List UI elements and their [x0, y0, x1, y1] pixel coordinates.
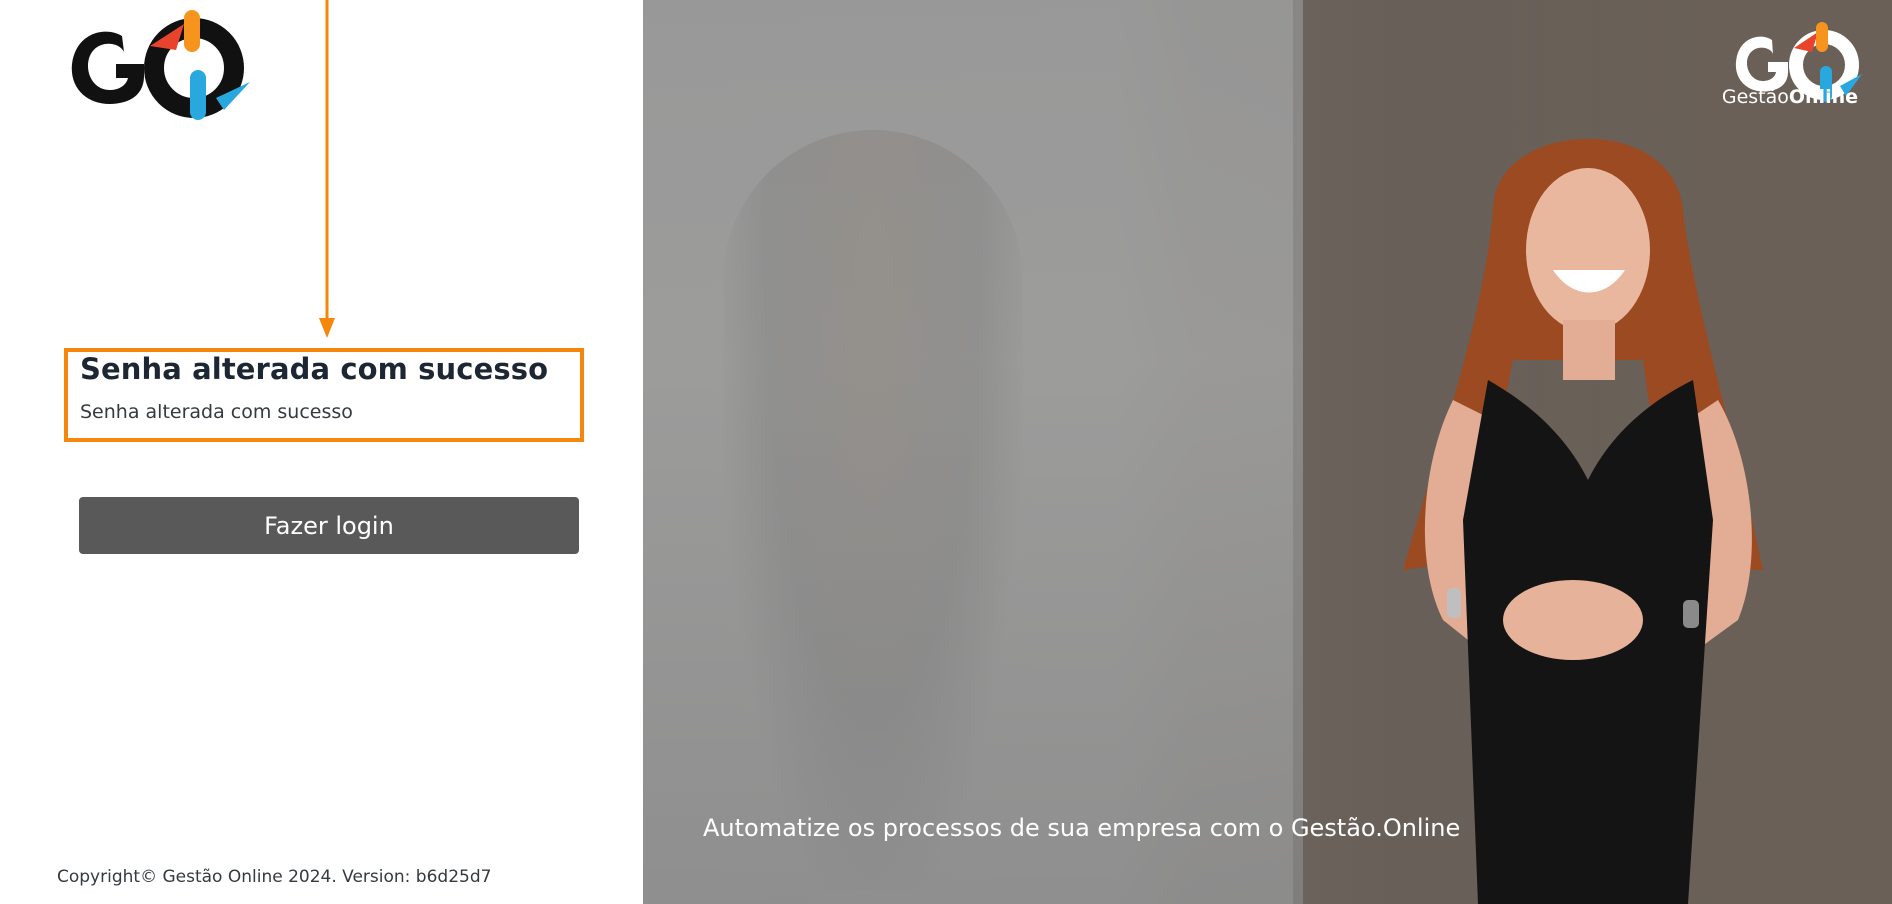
annotation-arrow-icon	[319, 0, 335, 338]
copyright-text: Copyright© Gestão Online 2024. Version: …	[57, 867, 492, 887]
hero-tagline: Automatize os processos de sua empresa c…	[703, 814, 1461, 842]
hero-image: Automatize os processos de sua empresa c…	[643, 0, 1892, 904]
brand-light: Gestão	[1721, 86, 1789, 108]
go-logo-icon	[71, 10, 250, 120]
brand-bold: Online	[1788, 86, 1858, 108]
hero-reflection	[723, 130, 1023, 890]
status-title: Senha alterada com sucesso	[80, 352, 549, 386]
left-panel: Senha alterada com sucesso Senha alterad…	[0, 0, 643, 904]
hero-person-illustration	[1403, 138, 1763, 904]
login-button[interactable]: Fazer login	[79, 497, 579, 554]
brand-wordmark: GestãoOnline	[1722, 86, 1858, 108]
status-message: Senha alterada com sucesso	[80, 401, 353, 423]
login-page: Senha alterada com sucesso Senha alterad…	[0, 0, 1892, 904]
